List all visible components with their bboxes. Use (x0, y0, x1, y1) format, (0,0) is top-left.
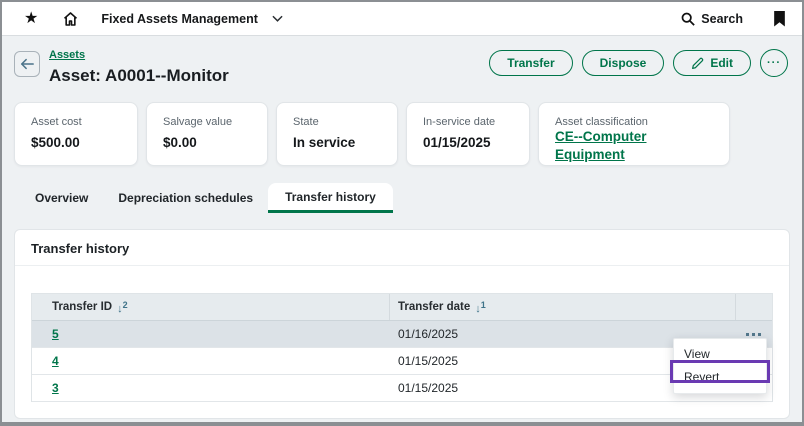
table-row[interactable]: 5 01/16/2025 (32, 321, 772, 348)
table-header-row: Transfer ID ↓2 Transfer date ↓1 (32, 294, 772, 321)
asset-classification-link[interactable]: CE--Computer Equipment (555, 129, 647, 162)
card-value: $500.00 (31, 135, 127, 150)
card-state: State In service (276, 102, 398, 166)
tab-overview[interactable]: Overview (20, 183, 103, 213)
chevron-down-icon[interactable] (272, 15, 283, 22)
back-button[interactable] (14, 51, 40, 77)
table-row[interactable]: 3 01/15/2025 (32, 375, 772, 402)
transfer-button[interactable]: Transfer (489, 50, 572, 76)
app-title: Fixed Assets Management (101, 12, 258, 26)
table-row[interactable]: 4 01/15/2025 (32, 348, 772, 375)
transfer-date: 01/15/2025 (398, 354, 458, 368)
more-actions-button[interactable]: ··· (760, 49, 788, 77)
tab-transfer-history[interactable]: Transfer history (268, 183, 393, 213)
column-header-actions (735, 294, 772, 320)
card-salvage-value: Salvage value $0.00 (146, 102, 268, 166)
edit-button-label: Edit (710, 56, 733, 70)
card-label: Asset cost (31, 116, 127, 128)
card-label: Salvage value (163, 116, 257, 128)
transfer-id-link[interactable]: 3 (52, 381, 59, 395)
home-icon[interactable] (62, 11, 79, 27)
global-search[interactable]: Search (681, 12, 743, 26)
favorite-star-icon[interactable]: ★ (24, 11, 38, 27)
search-icon (681, 12, 695, 26)
search-label: Search (701, 12, 743, 26)
page-header: Assets Asset: A0001--Monitor Transfer Di… (2, 36, 802, 86)
panel-title: Transfer history (15, 230, 789, 266)
ellipsis-icon: ··· (767, 57, 781, 69)
tab-bar: Overview Depreciation schedules Transfer… (2, 183, 802, 213)
card-asset-classification: Asset classification CE--Computer Equipm… (538, 102, 730, 166)
breadcrumb-assets-link[interactable]: Assets (49, 49, 85, 61)
page-title: Asset: A0001--Monitor (49, 66, 229, 86)
menu-item-view[interactable]: View (674, 343, 766, 366)
transfer-id-link[interactable]: 4 (52, 354, 59, 368)
row-context-menu: View Revert (673, 338, 767, 394)
bookmark-icon[interactable] (773, 11, 786, 27)
menu-item-revert[interactable]: Revert (674, 366, 766, 389)
card-in-service-date: In-service date 01/15/2025 (406, 102, 530, 166)
transfer-date: 01/16/2025 (398, 327, 458, 341)
top-navigation-bar: ★ Fixed Assets Management Search (2, 2, 802, 36)
card-value: 01/15/2025 (423, 135, 519, 150)
summary-cards: Asset cost $500.00 Salvage value $0.00 S… (2, 86, 802, 166)
edit-button[interactable]: Edit (673, 50, 751, 76)
sort-indicator: ↓2 (117, 300, 128, 315)
card-label: Asset classification (555, 116, 719, 128)
tab-depreciation-schedules[interactable]: Depreciation schedules (103, 183, 268, 213)
card-label: State (293, 116, 387, 128)
dispose-button[interactable]: Dispose (582, 50, 665, 76)
card-label: In-service date (423, 116, 519, 128)
transfer-id-link[interactable]: 5 (52, 327, 59, 341)
card-value: $0.00 (163, 135, 257, 150)
sort-indicator: ↓1 (475, 300, 486, 315)
transfer-date: 01/15/2025 (398, 381, 458, 395)
transfer-history-table: Transfer ID ↓2 Transfer date ↓1 5 01/16/… (31, 293, 773, 402)
header-actions: Transfer Dispose Edit ··· (489, 49, 788, 77)
app-window: ★ Fixed Assets Management Search Assets … (0, 0, 804, 426)
column-header-transfer-date[interactable]: Transfer date ↓1 (389, 294, 735, 320)
pencil-icon (691, 57, 704, 70)
card-value: In service (293, 135, 387, 150)
card-asset-cost: Asset cost $500.00 (14, 102, 138, 166)
column-header-transfer-id[interactable]: Transfer ID ↓2 (32, 300, 389, 315)
arrow-left-icon (20, 58, 34, 70)
